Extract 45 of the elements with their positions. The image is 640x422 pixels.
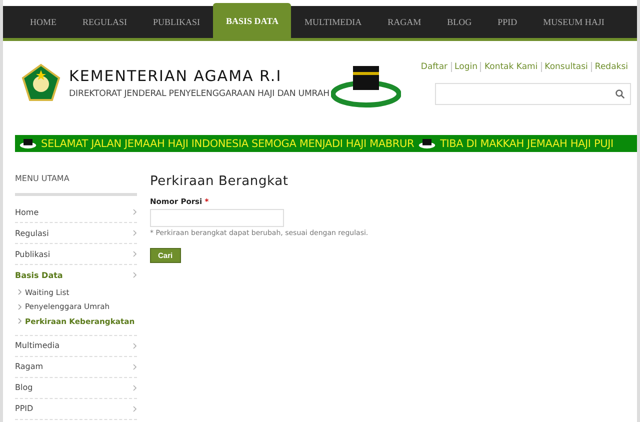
ticker-text: TIBA DI MAKKAH JEMAAH HAJI PUJI [440,138,614,150]
sidebar-item[interactable]: Publikasi [15,244,137,265]
chevron-icon [133,230,137,236]
sidebar-item[interactable]: Home [15,202,137,223]
chevron-icon [133,406,137,412]
site-subtitle: DIREKTORAT JENDERAL PENYELENGGARAAN HAJI DAN UMRAH [69,89,330,99]
ticker-text: SELAMAT JALAN JEMAAH HAJI INDONESIA SEMOGA MENJADI HAJI MABRUR [41,138,414,150]
chevron-icon [18,318,22,324]
sidebar-item[interactable]: Ragam [15,356,137,378]
nav-tab[interactable]: PPID [484,6,530,38]
sidebar-item[interactable]: Multimedia [15,336,137,356]
chevron-icon [133,251,137,257]
search-icon [615,88,625,98]
sidebar-item[interactable]: PPID [15,398,137,420]
nav-tab[interactable]: HOME [17,6,70,38]
kaaba-icon [418,138,436,149]
sidebar-item[interactable]: Blog [15,378,137,398]
kaaba-icon [19,138,37,149]
nav-tab[interactable]: PUBLIKASI [140,6,214,38]
nav-tab[interactable]: MUSEUM HAJI [530,6,618,38]
chevron-icon [133,384,137,390]
site-title: KEMENTERIAN AGAMA R.I [69,67,283,85]
emblem-logo [21,63,61,103]
nav-tab[interactable]: MULTIMEDIA [291,6,375,38]
header-link[interactable]: Redaksi [590,62,631,72]
chevron-icon [18,304,22,310]
nav-tab[interactable]: BLOG [434,6,485,38]
sidebar-title: MENU UTAMA [15,174,137,196]
page-title: Perkiraan Berangkat [150,174,290,189]
header-link[interactable]: Kontak Kami [480,62,541,72]
nav-tab[interactable]: REGULASI [70,6,140,38]
header-link[interactable]: Login [450,62,480,72]
header-link[interactable]: Konsultasi [540,62,591,72]
chevron-icon [133,272,137,278]
nav-tab[interactable]: BASIS DATA [213,3,292,38]
nav-tab[interactable]: RAGAM [374,6,434,38]
chevron-icon [133,364,137,370]
sidebar-item[interactable]: Regulasi [15,223,137,244]
chevron-icon [133,209,137,215]
search-field[interactable] [435,82,631,104]
sidebar-item[interactable]: Basis Data [15,265,137,285]
input-field[interactable] [150,209,284,227]
chevron-icon [18,289,22,296]
header-link[interactable]: Daftar [418,62,451,72]
chevron-icon [133,342,137,348]
